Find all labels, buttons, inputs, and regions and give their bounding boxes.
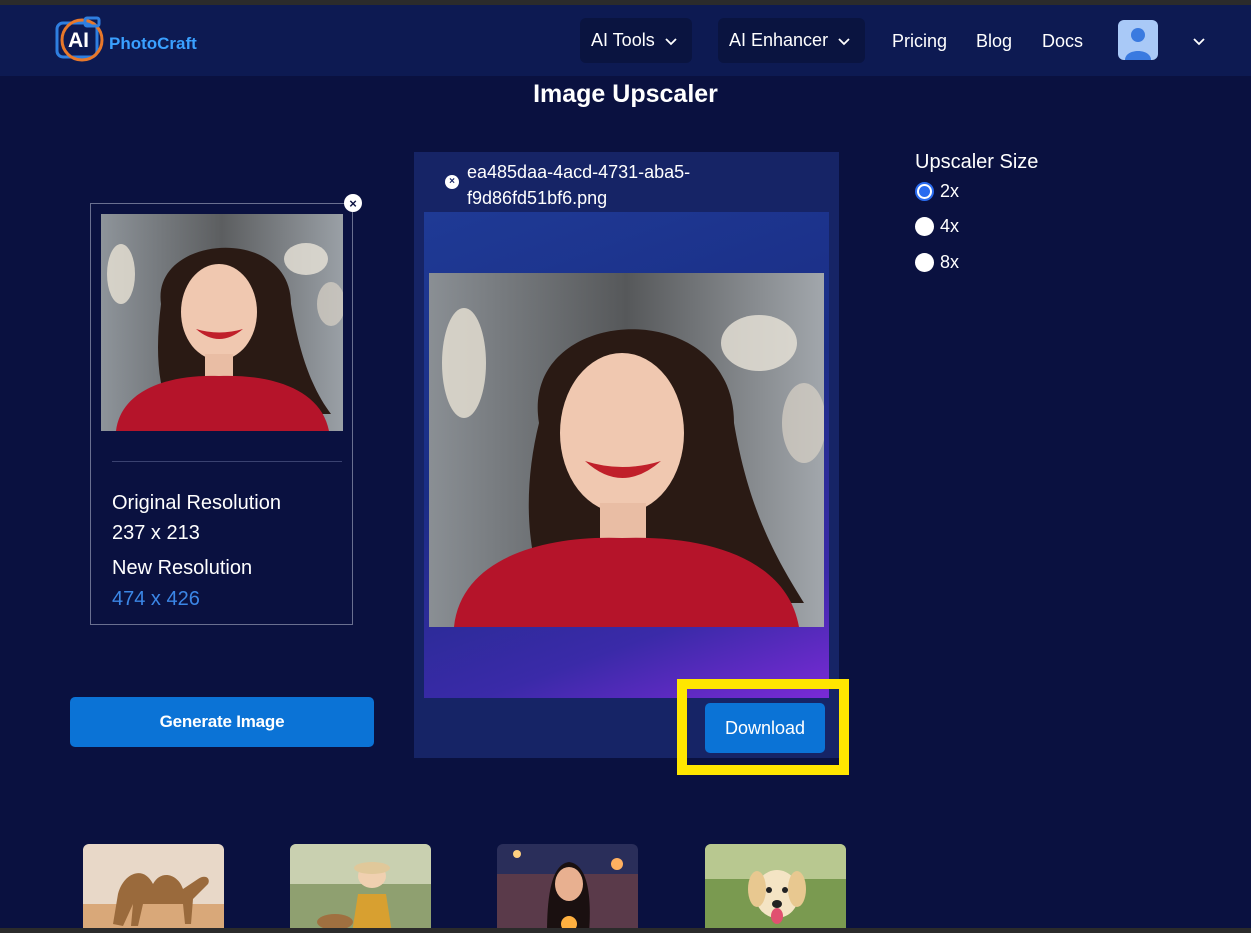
navbar: AI PhotoCraft AI Tools AI Enhancer Prici… — [0, 5, 1251, 76]
new-resolution-value: 474 x 426 — [112, 588, 200, 610]
sample-camel[interactable] — [83, 844, 224, 933]
sample-child[interactable] — [290, 844, 431, 933]
nav-ai-tools-label: AI Tools — [591, 30, 655, 50]
user-icon — [1125, 28, 1151, 60]
child-photo — [290, 844, 431, 933]
nav-blog-link[interactable]: Blog — [976, 31, 1012, 52]
upscaled-image-preview — [429, 273, 824, 627]
user-avatar[interactable] — [1118, 20, 1158, 60]
chevron-down-icon — [665, 37, 677, 45]
radio-unchecked-icon[interactable] — [915, 253, 934, 272]
remove-original-close-icon[interactable]: × — [344, 194, 362, 212]
result-preview-frame — [424, 212, 829, 698]
radio-unchecked-icon[interactable] — [915, 217, 934, 236]
result-file-name: ea485daa-4acd-4731-aba5-f9d86fd51bf6.png — [467, 162, 691, 208]
upscaler-option-label: 4x — [940, 216, 960, 236]
window-bottom-edge — [0, 928, 1251, 933]
portrait-photo — [101, 214, 343, 431]
logo-ai-text: AI — [68, 29, 89, 52]
card-divider — [112, 461, 342, 462]
chevron-down-icon — [838, 37, 850, 45]
woman-lights-photo — [497, 844, 638, 933]
upscaler-option-label: 8x — [940, 252, 960, 272]
user-menu-chevron-icon[interactable] — [1192, 34, 1206, 48]
original-resolution-value: 237 x 213 — [112, 522, 200, 544]
page-title: Image Upscaler — [533, 80, 718, 108]
nav-ai-enhancer-dropdown[interactable]: AI Enhancer — [718, 18, 866, 63]
nav-ai-enhancer-label: AI Enhancer — [729, 30, 829, 50]
puppy-photo — [705, 844, 846, 933]
radio-checked-icon[interactable] — [915, 182, 934, 201]
download-button[interactable]: Download — [705, 703, 825, 753]
new-resolution-label: New Resolution — [112, 557, 253, 579]
sample-woman-lights[interactable] — [497, 844, 638, 933]
result-panel: × ea485daa-4acd-4731-aba5-f9d86fd51bf6.p… — [414, 152, 839, 758]
nav-docs-link[interactable]: Docs — [1042, 31, 1083, 52]
logo-name-text: PhotoCraft — [109, 34, 197, 53]
nav-ai-tools-dropdown[interactable]: AI Tools — [580, 18, 692, 63]
original-image-card: Original Resolution 237 x 213 New Resolu… — [90, 203, 353, 625]
original-image-thumbnail — [101, 214, 343, 431]
upscaled-portrait-photo — [429, 273, 824, 627]
original-resolution-label: Original Resolution — [112, 492, 281, 514]
nav-pricing-link[interactable]: Pricing — [892, 31, 947, 52]
sample-puppy[interactable] — [705, 844, 846, 933]
generate-image-button[interactable]: Generate Image — [70, 697, 374, 747]
upscaler-size-title: Upscaler Size — [915, 151, 1039, 173]
upscaler-option-2x[interactable]: 2x — [915, 181, 959, 202]
upscaler-option-label: 2x — [940, 181, 960, 201]
remove-file-close-icon[interactable]: × — [445, 175, 459, 189]
upscaler-option-4x[interactable]: 4x — [915, 216, 959, 237]
upscaler-option-8x[interactable]: 8x — [915, 252, 959, 273]
camel-photo — [83, 844, 224, 933]
photocraft-logo[interactable]: AI PhotoCraft — [55, 15, 215, 63]
